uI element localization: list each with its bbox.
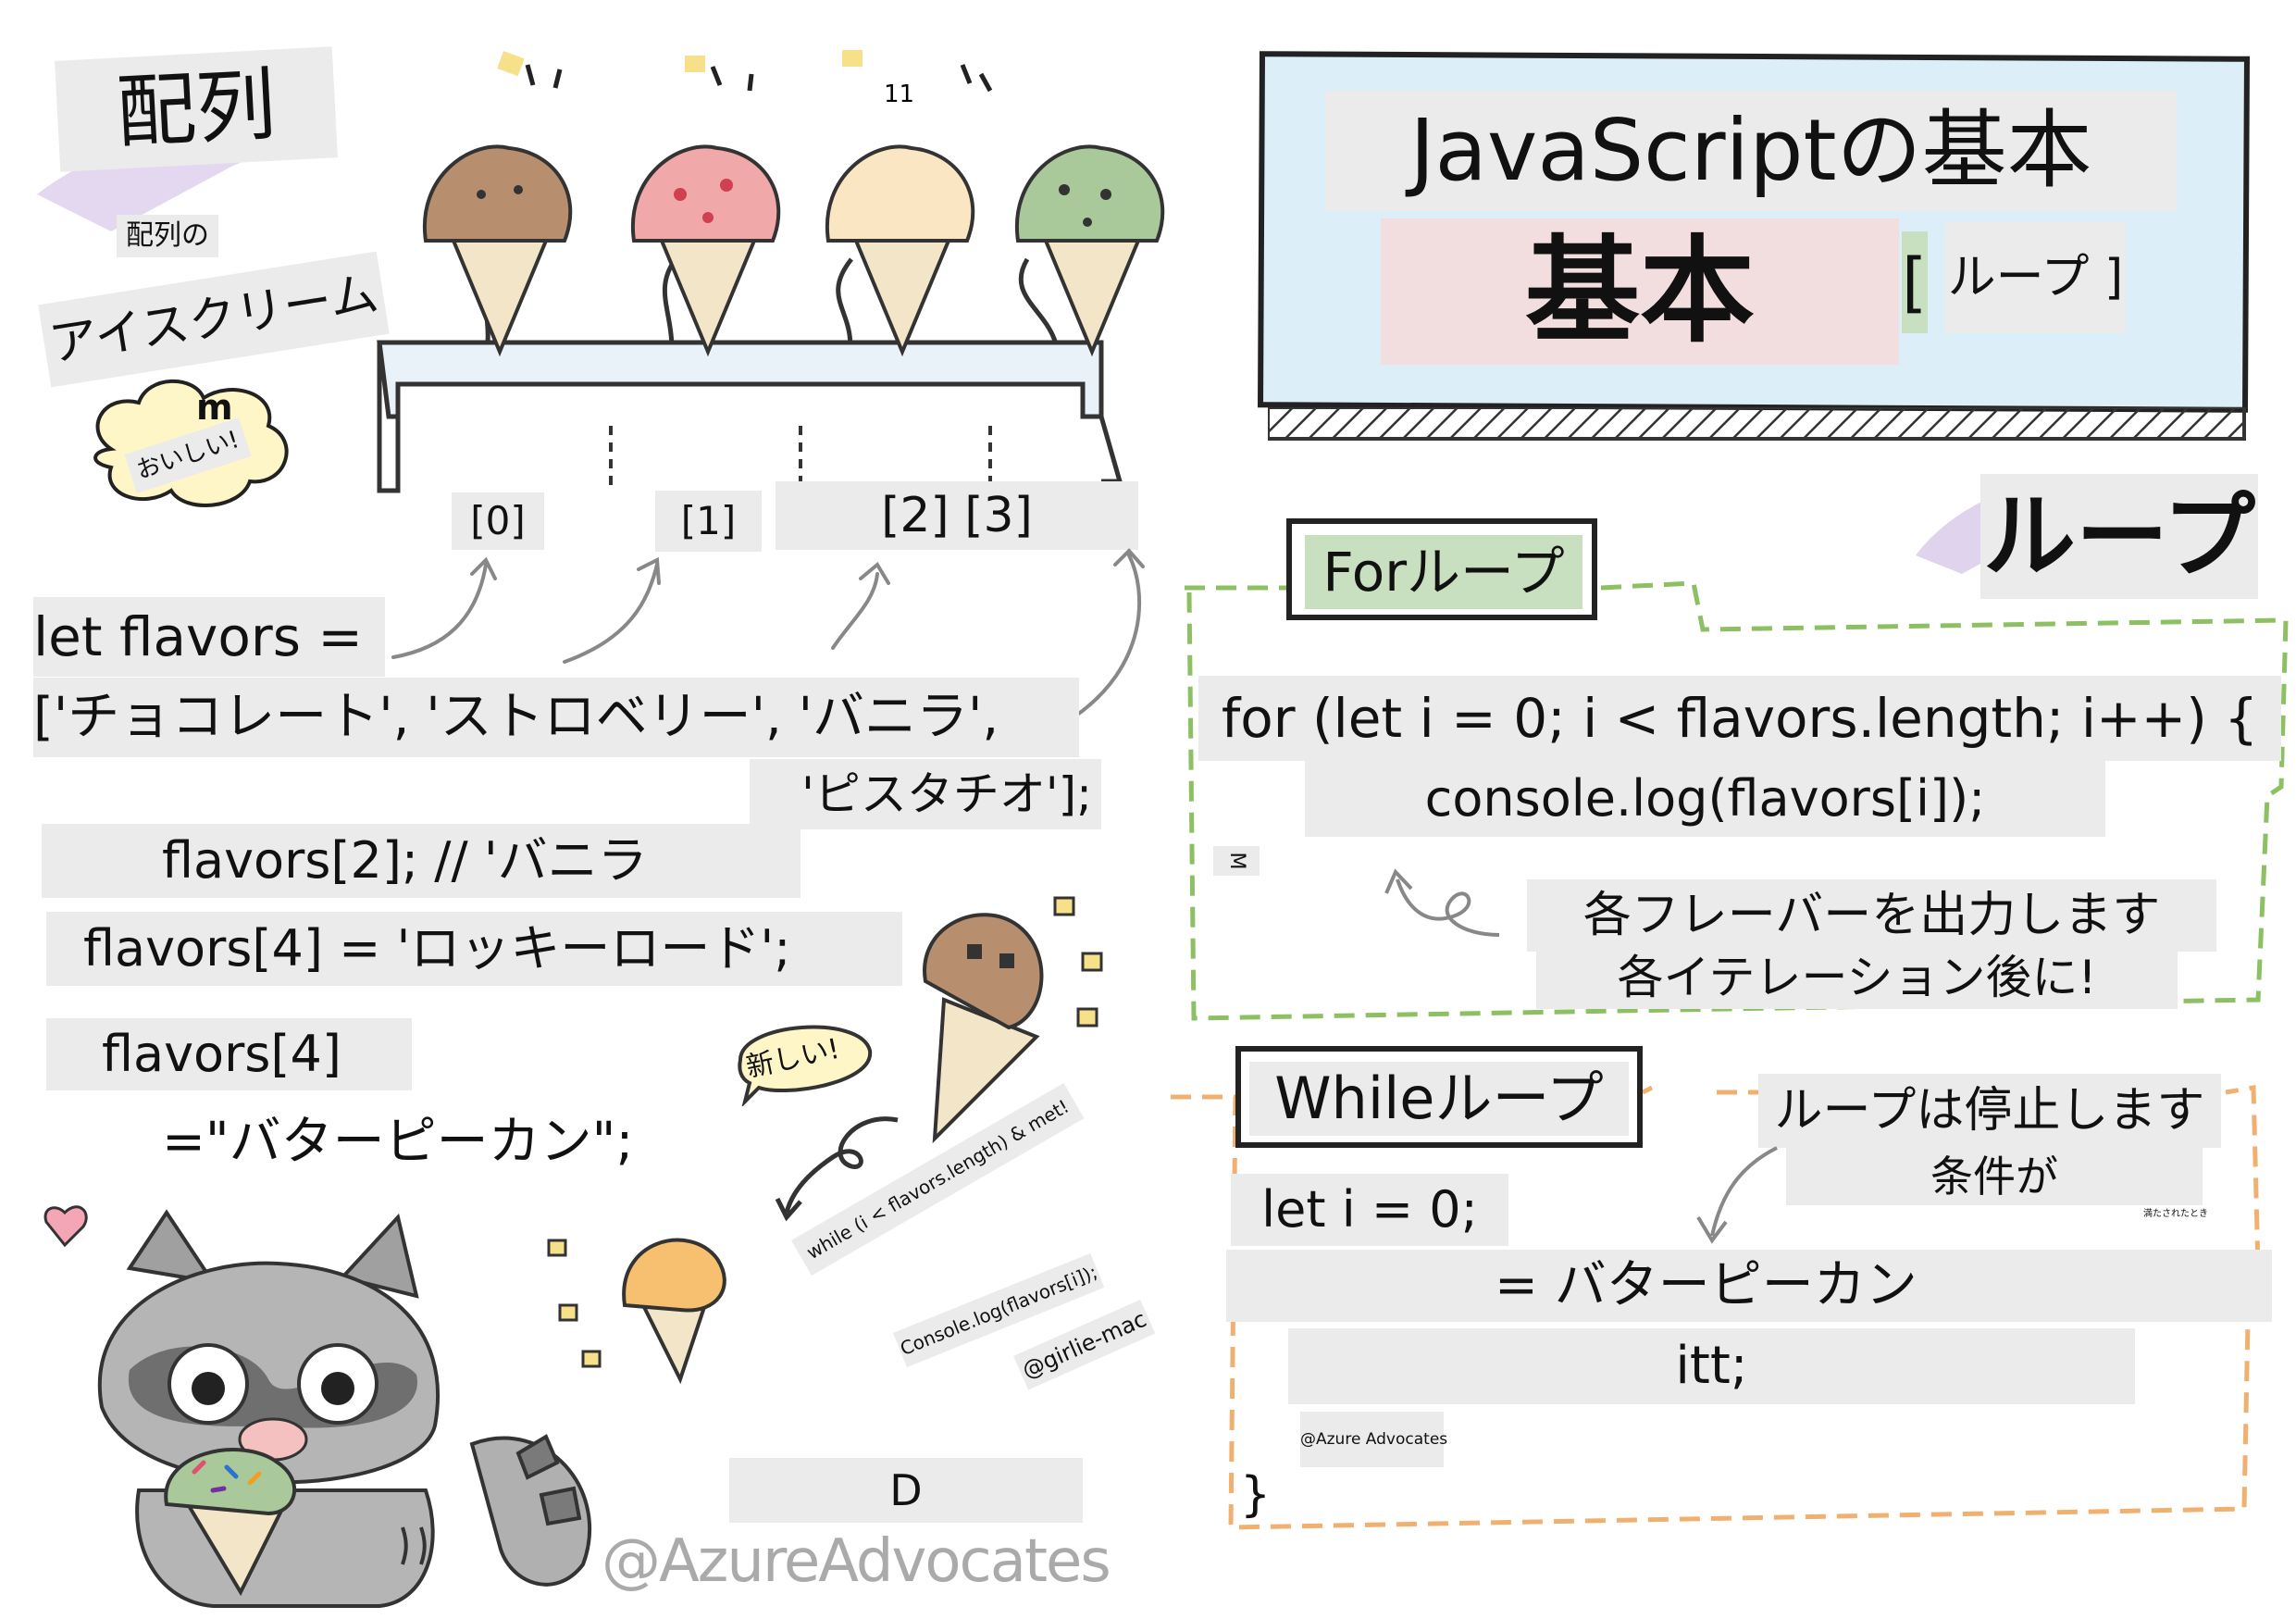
while-note-line2: 条件が <box>1786 1148 2203 1205</box>
pistachio-ice-cream <box>1014 144 1165 357</box>
index-0: [0] <box>452 492 544 550</box>
while-note-arrow <box>1696 1146 1778 1244</box>
d-label: D <box>729 1458 1083 1523</box>
header-bracket: [ <box>1902 231 1928 333</box>
arrays-title: 配列 <box>55 46 338 172</box>
while-code-line2: = バターピーカン <box>1226 1250 2272 1322</box>
code-assign-flavor: flavors[4] = 'ロッキーロード'; <box>46 912 902 986</box>
code-access-flavor: flavors[2]; // 'バニラ <box>42 824 800 898</box>
while-close-brace: } <box>1240 1467 1272 1523</box>
index-1: [1] <box>655 491 762 552</box>
while-code-line1: let i = 0; <box>1231 1174 1508 1246</box>
while-tiny-note: 満たされたとき <box>2143 1209 2208 1219</box>
for-code-line2: console.log(flavors[i]); <box>1305 761 2105 837</box>
for-note-line2: 各イテレーション後に! <box>1536 946 2178 1009</box>
while-title: Whileループ <box>1249 1062 1629 1136</box>
vanilla-ice-cream <box>825 144 975 357</box>
cone-spacer <box>407 130 500 139</box>
index-2-3: [2] [3] <box>776 481 1138 550</box>
code-array-line1: ['チョコレート', 'ストロベリー', 'バニラ', <box>33 678 1079 757</box>
for-note-line1: 各フレーバーを出力します <box>1527 879 2216 952</box>
code-flavor4-value: ="バターピーカン"; <box>162 1112 634 1172</box>
while-code-line3: itt; <box>1288 1328 2135 1404</box>
header-hatch <box>1268 407 2246 441</box>
for-note-arrow <box>1384 868 1500 937</box>
arrays-subtitle-small: 配列の <box>117 215 218 257</box>
chocolate-ice-cream <box>422 144 573 357</box>
while-note-line1: ループは停止します <box>1758 1074 2221 1148</box>
code-let-flavors: let flavors = <box>33 597 385 677</box>
for-title: Forループ <box>1305 535 1582 609</box>
for-code-line1: for (let i = 0; i < flavors.length; i++)… <box>1198 676 2281 761</box>
header-loop-tag: ループ ] <box>1945 222 2126 333</box>
top-number: 11 <box>884 81 914 108</box>
raccoon-illustration <box>43 1205 592 1608</box>
azure-small-label: @Azure Advocates <box>1300 1412 1447 1467</box>
code-array-line2: 'ピスタチオ']; <box>750 759 1101 829</box>
header-subtitle: 基本 <box>1381 218 1899 365</box>
for-m: M <box>1213 846 1260 876</box>
code-flavor4: flavors[4] <box>46 1018 412 1090</box>
strawberry-ice-cream <box>630 144 781 357</box>
header-title: JavaScriptの基本 <box>1325 91 2177 211</box>
signature: @AzureAdvocates <box>602 1527 1111 1596</box>
